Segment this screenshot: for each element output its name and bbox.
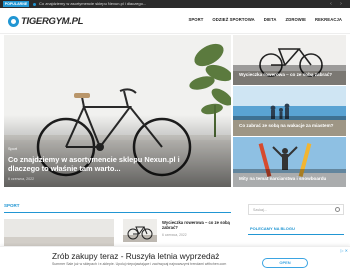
search-icon[interactable] [335, 207, 340, 212]
side-post-2-title[interactable]: Co zabrać ze sobą na wakacje za miastem? [239, 123, 344, 128]
ad-choices-icon[interactable]: ▷ ✕ [340, 248, 348, 253]
side-post-3-title[interactable]: Mity na temat narciarstwa i snowboardu [239, 176, 344, 181]
logo-mark-icon [8, 15, 19, 27]
list-item-title[interactable]: Wycieczka rowerowa – co ze sobą zabrać? [162, 220, 232, 230]
site-header: TIGERGYM.PL SPORT ODZIEŻ SPORTOWA DIETA … [0, 8, 350, 34]
section-title[interactable]: SPORT [4, 203, 20, 208]
side-post-2-image [233, 86, 346, 136]
list-main-image [4, 219, 114, 247]
ticker-next-icon[interactable]: › [338, 1, 344, 7]
list-item-bicycle-image [123, 219, 157, 242]
side-post-1[interactable]: Wycieczka rowerowa – co ze sobą zabrać? [233, 35, 346, 85]
top-ticker-bar: POPULARNE Co znajdziemy w asortymencie s… [0, 0, 350, 8]
search-placeholder: Szukaj... [253, 208, 267, 212]
ticker-prev-icon[interactable]: ‹ [328, 1, 334, 7]
hero-gradient [4, 115, 231, 187]
hero-title[interactable]: Co znajdziemy w asortymencie sklepu Nexu… [8, 155, 213, 173]
hero-date: 6 czerwca, 2022 [8, 177, 35, 181]
main-nav: SPORT ODZIEŻ SPORTOWA DIETA ZDROWIE REKR… [188, 17, 342, 22]
side-post-1-title[interactable]: Wycieczka rowerowa – co ze sobą zabrać? [239, 72, 344, 77]
recommend-widget-header: POLECAMY NA BLOGU [248, 225, 344, 235]
site-logo[interactable]: TIGERGYM.PL [8, 14, 83, 28]
nav-item-zdrowie[interactable]: ZDROWIE [286, 17, 306, 22]
ticker-bullet-icon [33, 2, 36, 6]
ad-open-button[interactable]: OPEN [262, 258, 308, 268]
list-item-date: 6 czerwca, 2022 [162, 233, 187, 237]
ad-headline[interactable]: Zrób zakupy teraz - Ruszyła letnia wyprz… [52, 251, 219, 261]
nav-item-sport[interactable]: SPORT [188, 17, 203, 22]
search-input[interactable]: Szukaj... [248, 204, 344, 215]
section-header-sport: SPORT [4, 203, 231, 213]
nav-item-dieta[interactable]: DIETA [264, 17, 277, 22]
list-item-thumbnail[interactable] [123, 219, 157, 242]
popular-badge: POPULARNE [3, 1, 29, 7]
ticker-link[interactable]: Co znajdziemy w asortymencie sklepu Nexu… [39, 1, 146, 7]
list-main-thumbnail[interactable] [4, 219, 114, 247]
ad-body-text: Summer Sale już w sklepach i e-sklepie. … [52, 262, 227, 266]
nav-item-odziez-sportowa[interactable]: ODZIEŻ SPORTOWA [212, 17, 254, 22]
hero-category[interactable]: Sport [8, 147, 17, 151]
side-post-3[interactable]: Mity na temat narciarstwa i snowboardu [233, 137, 346, 187]
side-post-1-image [233, 35, 346, 85]
logo-text: TIGERGYM.PL [21, 15, 84, 27]
nav-item-rekreacja[interactable]: REKREACJA [315, 17, 342, 22]
recommend-title: POLECAMY NA BLOGU [250, 226, 295, 231]
side-post-2[interactable]: Co zabrać ze sobą na wakacje za miastem? [233, 86, 346, 136]
